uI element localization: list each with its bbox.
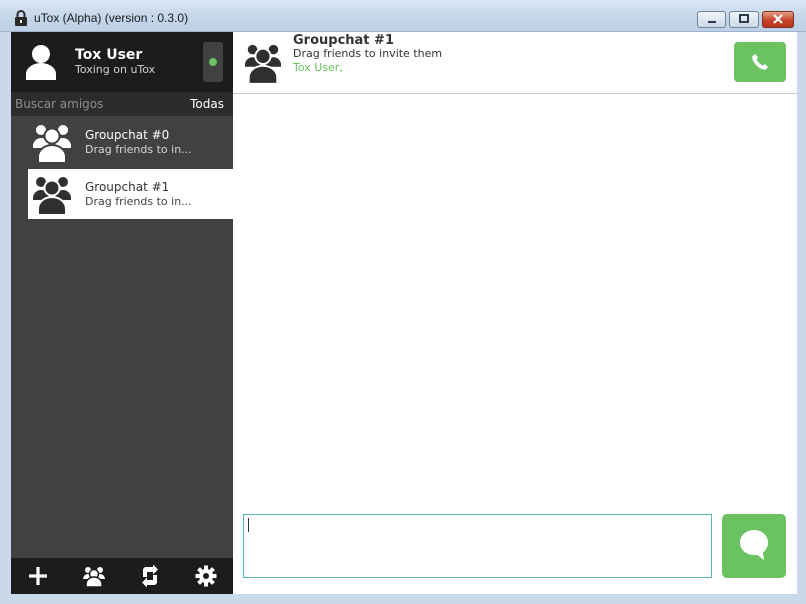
self-name[interactable]: Tox User (75, 47, 142, 63)
window-title: uTox (Alpha) (version : 0.3.0) (34, 11, 189, 25)
add-icon[interactable] (27, 565, 49, 587)
status-online-icon (209, 58, 217, 66)
message-area[interactable] (233, 94, 797, 512)
minimize-button[interactable] (697, 11, 726, 28)
maximize-button[interactable] (729, 11, 759, 28)
chat-topic[interactable]: Drag friends to invite them (293, 47, 442, 60)
status-button[interactable] (203, 42, 223, 82)
window-frame-bottom (0, 594, 806, 604)
send-button[interactable] (722, 514, 786, 578)
settings-icon[interactable] (195, 565, 217, 587)
contact-name: Groupchat #0 (85, 128, 170, 142)
create-group-icon[interactable] (83, 565, 105, 587)
sidebar: Tox User Toxing on uTox Buscar amigos To… (11, 32, 233, 594)
contact-subtitle: Drag friends to in... (85, 143, 192, 156)
contact-subtitle: Drag friends to in... (85, 195, 192, 208)
minimize-icon (707, 21, 716, 23)
app-lock-icon (15, 10, 27, 26)
chat-peer-list: Tox User, (293, 61, 343, 74)
transfers-icon[interactable] (139, 565, 161, 587)
self-profile[interactable]: Tox User Toxing on uTox (11, 32, 233, 92)
window-frame-left (0, 32, 11, 604)
call-button[interactable] (734, 42, 786, 82)
chat-title[interactable]: Groupchat #1 (293, 33, 394, 48)
contact-name: Groupchat #1 (85, 180, 170, 194)
chat-header: Groupchat #1 Drag friends to invite them… (233, 32, 797, 94)
message-input[interactable] (243, 514, 712, 578)
contact-list-item-selected[interactable]: Groupchat #1 Drag friends to in... (28, 169, 233, 219)
friend-filter-toggle[interactable]: Todas (190, 97, 224, 111)
group-avatar-icon (244, 44, 282, 83)
self-status-message[interactable]: Toxing on uTox (75, 63, 155, 76)
group-avatar-icon (33, 177, 71, 214)
phone-icon (752, 54, 768, 70)
contact-list-item[interactable]: Groupchat #0 Drag friends to in... (28, 117, 233, 167)
window-frame-right (797, 32, 806, 604)
friend-search-bar: Buscar amigos Todas (11, 92, 233, 116)
chat-panel: Groupchat #1 Drag friends to invite them… (233, 32, 797, 594)
window-titlebar[interactable]: uTox (Alpha) (version : 0.3.0) (0, 0, 806, 32)
maximize-icon (739, 14, 749, 23)
close-button[interactable] (762, 11, 794, 28)
friend-search-input[interactable]: Buscar amigos (15, 97, 103, 111)
sidebar-bottom-bar (11, 558, 233, 594)
close-icon (773, 14, 783, 24)
chat-bubble-icon (740, 530, 768, 560)
text-caret (248, 518, 249, 532)
group-avatar-icon (33, 125, 71, 162)
user-avatar-icon (26, 45, 56, 80)
